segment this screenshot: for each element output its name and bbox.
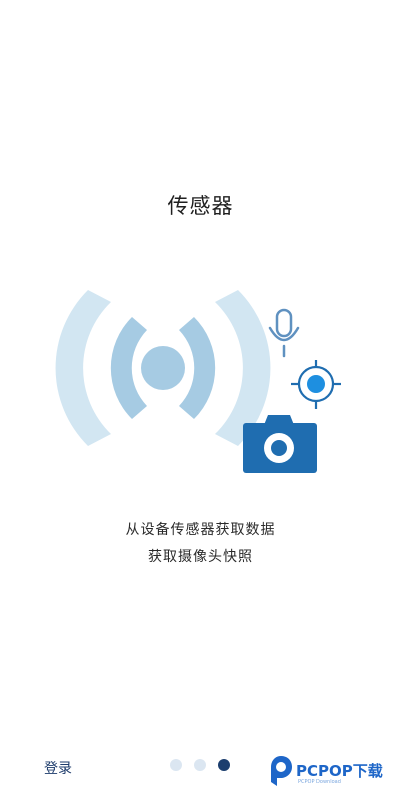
page-dot-3[interactable]: [218, 759, 230, 771]
wireless-signal-icon: [55, 290, 271, 446]
outer-right-wave: [215, 290, 271, 446]
description-line-2: 获取摄像头快照: [148, 549, 253, 565]
watermark: PCPOP下载 PCPOP Download: [268, 752, 398, 792]
camera-icon: [243, 415, 317, 473]
location-target-icon: [291, 360, 341, 409]
watermark-subtext: PCPOP Download: [298, 779, 341, 785]
outer-left-wave: [55, 290, 111, 446]
watermark-text: PCPOP下载: [296, 762, 383, 780]
watermark-logo-icon: [271, 756, 292, 786]
page-title: 传感器: [167, 194, 234, 218]
description-line-1: 从设备传感器获取数据: [125, 522, 276, 538]
page-dot-1[interactable]: [170, 759, 182, 771]
page-dot-2[interactable]: [194, 759, 206, 771]
signal-center: [141, 346, 185, 390]
sensors-illustration: [55, 290, 341, 473]
microphone-icon: [268, 308, 300, 358]
login-button[interactable]: 登录: [44, 758, 72, 778]
